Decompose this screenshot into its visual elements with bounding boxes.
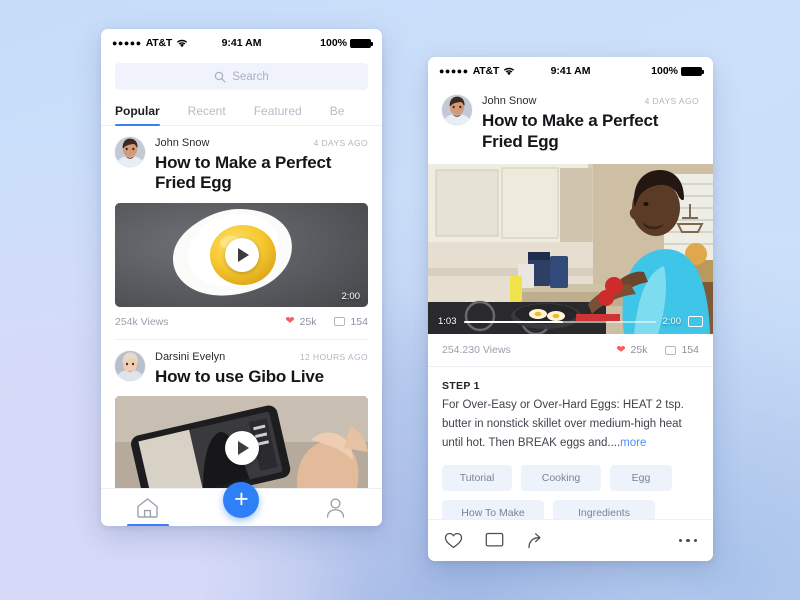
comment-icon bbox=[334, 317, 346, 327]
step-label: STEP 1 bbox=[442, 380, 480, 393]
action-bar bbox=[428, 519, 713, 561]
video-thumbnail[interactable]: 2:00 bbox=[115, 202, 368, 307]
carrier-label: AT&T bbox=[145, 37, 173, 49]
battery-icon bbox=[681, 66, 704, 76]
plus-icon[interactable]: + bbox=[223, 481, 260, 518]
view-count: 254k Views bbox=[115, 315, 169, 328]
share-arrow-icon[interactable] bbox=[526, 532, 545, 549]
fullscreen-icon[interactable] bbox=[688, 316, 703, 328]
feed-list[interactable]: John Snow 4 DAYS AGO How to Make a Perfe… bbox=[101, 126, 382, 524]
post-author[interactable]: Darsini Evelyn bbox=[155, 351, 225, 363]
detail-stats: 254.230 Views ❤ 25k 154 bbox=[428, 334, 713, 368]
tab-popular[interactable]: Popular bbox=[115, 104, 160, 126]
battery-percent-label: 100% bbox=[651, 65, 678, 77]
like-count: 25k bbox=[630, 344, 648, 357]
wifi-icon bbox=[176, 39, 188, 48]
avatar[interactable] bbox=[115, 350, 145, 381]
heart-icon: ❤ bbox=[616, 343, 626, 356]
post-meta: John Snow 4 DAYS AGO How to Make a Perfe… bbox=[155, 137, 368, 194]
avatar[interactable] bbox=[115, 137, 145, 167]
phone-detail-screen: ●●●●● AT&T 9:41 AM 100% John Snow 4 DAYS… bbox=[428, 57, 713, 561]
page-title: How to Make a Perfect Fried Egg bbox=[482, 111, 659, 151]
status-bar: ●●●●● AT&T 9:41 AM 100% bbox=[428, 57, 713, 85]
post-title[interactable]: How to Make a Perfect Fried Egg bbox=[155, 153, 368, 194]
comment-stat[interactable]: 154 bbox=[665, 344, 699, 356]
post-author[interactable]: John Snow bbox=[155, 137, 209, 149]
post-stats: 254k Views ❤ 25k 154 bbox=[115, 307, 368, 340]
bottom-tab-bar: + bbox=[101, 481, 382, 526]
tag-egg[interactable]: Egg bbox=[610, 465, 672, 492]
comment-icon bbox=[665, 345, 677, 355]
sidebar-item-home[interactable] bbox=[113, 489, 183, 526]
comment-count: 154 bbox=[350, 315, 368, 328]
heart-icon: ❤ bbox=[285, 315, 295, 328]
feed-tabs: Popular Recent Featured Be bbox=[101, 90, 382, 126]
search-input[interactable]: Search bbox=[115, 63, 368, 90]
tab-best[interactable]: Be bbox=[330, 104, 345, 125]
detail-meta: John Snow 4 DAYS AGO How to Make a Perfe… bbox=[482, 95, 699, 152]
list-item[interactable]: Darsini Evelyn 12 HOURS AGO How to use G… bbox=[101, 340, 382, 501]
play-button[interactable] bbox=[224, 237, 259, 272]
status-bar: ●●●●● AT&T 9:41 AM 100% bbox=[101, 29, 382, 57]
progress-slider[interactable] bbox=[463, 320, 656, 323]
play-button[interactable] bbox=[224, 431, 259, 466]
post-meta: Darsini Evelyn 12 HOURS AGO How to use G… bbox=[155, 351, 368, 387]
post-header: John Snow 4 DAYS AGO How to Make a Perfe… bbox=[115, 137, 368, 194]
video-duration: 2:00 bbox=[341, 290, 361, 302]
carrier-label: AT&T bbox=[472, 65, 500, 77]
post-title[interactable]: How to use Gibo Live bbox=[155, 367, 368, 387]
search-icon bbox=[214, 71, 226, 83]
more-link[interactable]: more bbox=[620, 437, 646, 449]
comment-stat[interactable]: 154 bbox=[334, 316, 368, 328]
tab-featured[interactable]: Featured bbox=[254, 104, 302, 125]
battery-percent-label: 100% bbox=[320, 37, 347, 49]
home-icon bbox=[136, 497, 159, 518]
battery-icon bbox=[350, 38, 373, 48]
like-count: 25k bbox=[299, 315, 317, 328]
current-time-label: 1:03 bbox=[438, 316, 457, 328]
list-item[interactable]: John Snow 4 DAYS AGO How to Make a Perfe… bbox=[101, 126, 382, 340]
search-placeholder: Search bbox=[232, 70, 269, 83]
create-post-button[interactable]: + bbox=[206, 481, 276, 526]
post-timestamp: 12 HOURS AGO bbox=[299, 351, 368, 362]
video-player[interactable]: 1:03 2:00 bbox=[428, 164, 713, 335]
progress-fill bbox=[463, 320, 564, 323]
tab-recent[interactable]: Recent bbox=[188, 104, 226, 125]
post-timestamp: 4 DAYS AGO bbox=[313, 138, 368, 148]
signal-dots-icon: ●●●●● bbox=[439, 65, 469, 76]
like-stat[interactable]: ❤ 25k bbox=[285, 316, 316, 328]
step-body: For Over-Easy or Over-Hard Eggs: HEAT 2 … bbox=[442, 396, 699, 452]
search-container: Search bbox=[101, 57, 382, 90]
sidebar-item-profile[interactable] bbox=[300, 489, 370, 526]
detail-author[interactable]: John Snow bbox=[482, 95, 536, 107]
post-header: Darsini Evelyn 12 HOURS AGO How to use G… bbox=[115, 350, 368, 387]
tag-tutorial[interactable]: Tutorial bbox=[442, 465, 512, 492]
profile-icon bbox=[325, 497, 346, 518]
wifi-icon bbox=[503, 67, 515, 76]
detail-header: John Snow 4 DAYS AGO How to Make a Perfe… bbox=[428, 85, 713, 164]
signal-dots-icon: ●●●●● bbox=[112, 37, 142, 48]
player-controls[interactable]: 1:03 2:00 bbox=[428, 316, 713, 328]
step-text: For Over-Easy or Over-Hard Eggs: HEAT 2 … bbox=[442, 399, 684, 449]
avatar[interactable] bbox=[442, 95, 472, 125]
tag-cooking[interactable]: Cooking bbox=[521, 465, 601, 492]
step-section: STEP 1 For Over-Easy or Over-Hard Eggs: … bbox=[428, 367, 713, 452]
heart-outline-icon[interactable] bbox=[444, 532, 463, 549]
phone-feed-screen: ●●●●● AT&T 9:41 AM 100% Search Popular R… bbox=[101, 29, 382, 526]
tag-list: Tutorial Cooking Egg How To Make Ingredi… bbox=[428, 452, 713, 527]
total-time-label: 2:00 bbox=[662, 316, 682, 328]
detail-timestamp: 4 DAYS AGO bbox=[644, 96, 699, 106]
view-count: 254.230 Views bbox=[442, 344, 511, 357]
like-stat[interactable]: ❤ 25k bbox=[616, 344, 647, 356]
comment-count: 154 bbox=[681, 344, 699, 357]
more-horizontal-icon[interactable] bbox=[678, 538, 697, 543]
comment-icon[interactable] bbox=[485, 532, 504, 549]
